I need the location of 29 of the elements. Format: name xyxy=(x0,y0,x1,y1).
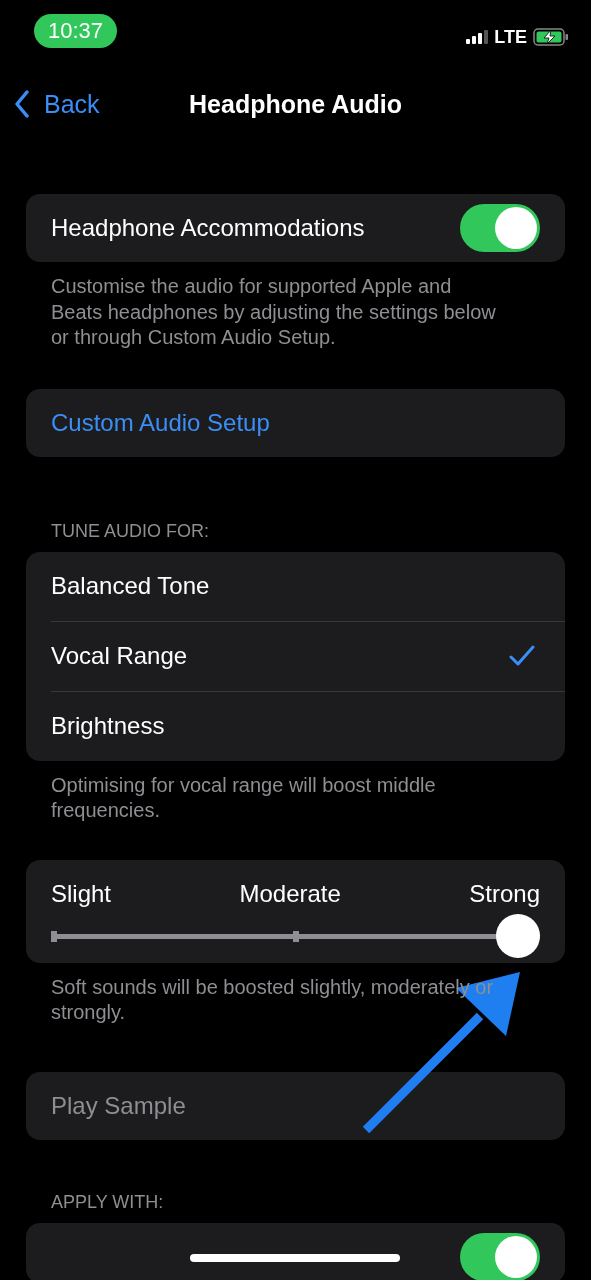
section-header: TUNE AUDIO FOR: xyxy=(51,520,210,542)
section-footer: Optimising for vocal range will boost middle frequencies. xyxy=(51,772,496,824)
status-time: 10:37 xyxy=(34,14,118,48)
option-label: Brightness xyxy=(51,712,165,740)
custom-audio-setup-link[interactable]: Custom Audio Setup xyxy=(26,388,565,457)
slider-track[interactable] xyxy=(51,913,540,958)
slider-label: Strong xyxy=(469,879,540,908)
battery-icon xyxy=(533,28,569,46)
slider-thumb[interactable] xyxy=(496,913,540,958)
toggle-switch[interactable] xyxy=(460,1232,540,1280)
option-row[interactable]: Brightness xyxy=(51,690,565,761)
option-label: Balanced Tone xyxy=(51,572,210,600)
tick-mark xyxy=(292,930,299,942)
option-row[interactable]: Balanced Tone xyxy=(26,551,565,621)
signal-icon xyxy=(466,30,489,44)
toggle-switch[interactable] xyxy=(460,204,540,252)
tick-mark xyxy=(51,930,57,942)
option-row[interactable]: Vocal Range xyxy=(51,620,565,691)
slider-label: Moderate xyxy=(239,879,341,908)
chevron-left-icon xyxy=(14,90,30,118)
slider-label: Slight xyxy=(51,879,112,908)
row-label: Headphone Accommodations xyxy=(51,214,365,242)
section-footer: Customise the audio for supported Apple and Beats headphones by adjusting the settings below or through Custom Audio Setup. xyxy=(51,274,496,351)
network-type: LTE xyxy=(494,26,527,48)
back-button[interactable]: Back xyxy=(14,89,100,119)
page-title: Headphone Audio xyxy=(189,89,402,119)
section-footer: Soft sounds will be boosted slightly, moderately or strongly. xyxy=(51,974,496,1026)
option-label: Vocal Range xyxy=(51,642,188,670)
section-header: APPLY WITH: xyxy=(51,1191,165,1213)
